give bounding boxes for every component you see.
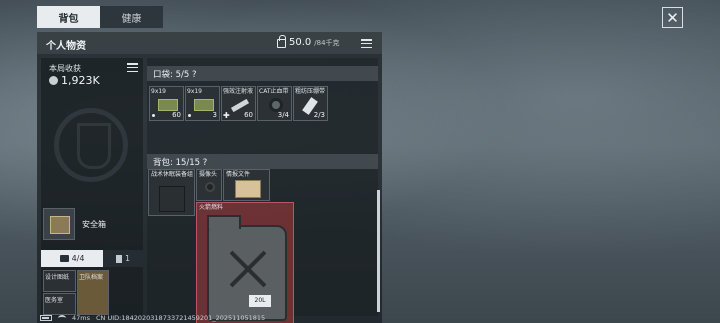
ammo-icon [194, 99, 214, 111]
earnings-list-icon[interactable] [127, 63, 138, 72]
sub-tab-medkit-count: 4/4 [71, 254, 85, 263]
sub-tab-medkit[interactable]: 4/4 [41, 250, 103, 267]
plus-icon: ✚ [223, 111, 230, 120]
left-column: 本局收获 1,923K 安全箱 4/4 1 设计图纸 卫队档案 医务室 [41, 58, 143, 316]
tourniquet-icon [269, 98, 283, 112]
backpack-section-bar: 背包: 15/15 ? [147, 154, 378, 169]
dot-icon [188, 114, 191, 117]
pocket-item-ammo-ap-count: 60 [172, 111, 181, 119]
pocket-item-ammo-ap-name: 9x19 [151, 88, 167, 95]
safe-box-icon [43, 208, 75, 240]
pocket-item-tourniquet-name: CAT止血带 [259, 88, 289, 95]
tab-health[interactable]: 健康 [100, 6, 163, 28]
backpack-item-rocket-fuel-name: 火箭燃料 [199, 204, 224, 211]
emblem-logo [54, 108, 128, 182]
earnings-value: 1,923K [49, 74, 100, 87]
pocket-item-bandage-count: 2/3 [313, 111, 325, 119]
weight-lock-icon [277, 35, 286, 48]
backpack-item-intel-name: 情报文件 [226, 171, 251, 178]
ammo-icon [158, 99, 178, 111]
panel-title: 个人物资 [46, 41, 86, 52]
backpack-label: 背包: 15/15 ? [153, 158, 208, 168]
medkit-icon [59, 255, 69, 262]
safe-box-label: 安全箱 [82, 220, 106, 229]
weight-max: /84千克 [314, 38, 340, 47]
pocket-item-ammo-pbp-name: 9x19 [187, 88, 203, 95]
safe-item-infirmary-label: 医务室 [45, 297, 64, 304]
pocket-section-bar: 口袋: 5/5 ? [147, 66, 378, 81]
header-menu-icon[interactable] [361, 39, 372, 48]
can-x-mark [224, 249, 272, 289]
top-tab-bar: 背包 健康 [37, 6, 163, 28]
backpack-item-tactical-gear-name: 战术休眠装备组 [151, 171, 194, 178]
backpack-item-rocket-fuel[interactable]: 火箭燃料 20L [196, 202, 294, 323]
right-column: 口袋: 5/5 ? 9x19 60 9x19 3 强效注射液 ✚ 60 CAT止… [147, 58, 378, 323]
pocket-item-tourniquet[interactable]: CAT止血带 3/4 [257, 86, 292, 121]
pocket-item-stim-name: 强效注射液 [223, 88, 254, 95]
camera-icon [205, 182, 215, 192]
backpack-item-camera-name: 摄像头 [199, 171, 218, 178]
earnings-label: 本局收获 [49, 64, 81, 73]
backpack-item-camera[interactable]: 摄像头 [196, 169, 222, 201]
safe-items-grid: 设计图纸 卫队档案 医务室 [43, 270, 143, 316]
backpack-item-tactical-gear[interactable]: 战术休眠装备组 [148, 169, 195, 216]
pocket-label: 口袋: 5/5 ? [153, 70, 197, 80]
sub-tab-card[interactable]: 1 [103, 250, 143, 267]
close-icon: ✕ [666, 8, 679, 27]
close-button[interactable]: ✕ [662, 7, 683, 28]
weight-readout: 50.0 /84千克 [277, 35, 340, 48]
safe-box-row[interactable]: 安全箱 [41, 208, 143, 244]
pocket-item-stim[interactable]: 强效注射液 ✚ 60 [221, 86, 256, 121]
dot-icon [152, 114, 155, 117]
safe-item-guard-file[interactable]: 卫队档案 [77, 270, 109, 315]
pocket-item-ammo-pbp-count: 3 [212, 111, 217, 119]
folder-icon [235, 180, 261, 198]
tab-backpack[interactable]: 背包 [37, 6, 100, 28]
fuel-can-label: 20L [249, 295, 271, 307]
backpack-grid: 战术休眠装备组 摄像头 情报文件 火箭燃料 20L [147, 169, 378, 323]
coin-icon [49, 76, 58, 85]
safe-item-infirmary[interactable]: 医务室 [43, 293, 76, 315]
vest-icon [159, 186, 185, 212]
scrollbar[interactable] [377, 190, 380, 312]
battery-icon [40, 315, 52, 321]
weight-current: 50.0 [289, 37, 312, 48]
uid-text: CN UID:18420203187337214592​01_202511051… [96, 314, 266, 322]
status-bar: 47ms CN UID:18420203187337214592​01_2025… [40, 314, 265, 322]
earnings-amount: 1,923K [61, 74, 100, 87]
safe-sub-tabs: 4/4 1 [41, 250, 143, 267]
safe-item-blueprint-label: 设计图纸 [45, 274, 70, 281]
safe-item-blueprint[interactable]: 设计图纸 [43, 270, 76, 292]
pocket-item-ammo-pbp[interactable]: 9x19 3 [185, 86, 220, 121]
card-icon [115, 254, 122, 263]
pocket-item-bandage-name: 粗纺压绷带 [295, 88, 326, 95]
panel-header: 个人物资 50.0 /84千克 [37, 32, 382, 54]
pocket-item-stim-count: 60 [244, 111, 253, 119]
pocket-item-bandage[interactable]: 粗纺压绷带 2/3 [293, 86, 328, 121]
fuel-can-icon: 20L [207, 215, 287, 321]
sub-tab-card-count: 1 [124, 254, 131, 263]
pocket-item-ammo-ap[interactable]: 9x19 60 [149, 86, 184, 121]
pocket-grid: 9x19 60 9x19 3 强效注射液 ✚ 60 CAT止血带 3/4 粗纺压… [147, 86, 378, 122]
personal-supplies-panel: 个人物资 50.0 /84千克 本局收获 1,923K 安全箱 4/4 1 设计… [37, 32, 382, 323]
ping-value: 47ms [72, 314, 90, 322]
safe-item-guard-file-label: 卫队档案 [79, 274, 104, 281]
backpack-item-intel[interactable]: 情报文件 [223, 169, 270, 201]
pocket-item-tourniquet-count: 3/4 [277, 111, 289, 119]
wifi-icon [58, 315, 66, 321]
